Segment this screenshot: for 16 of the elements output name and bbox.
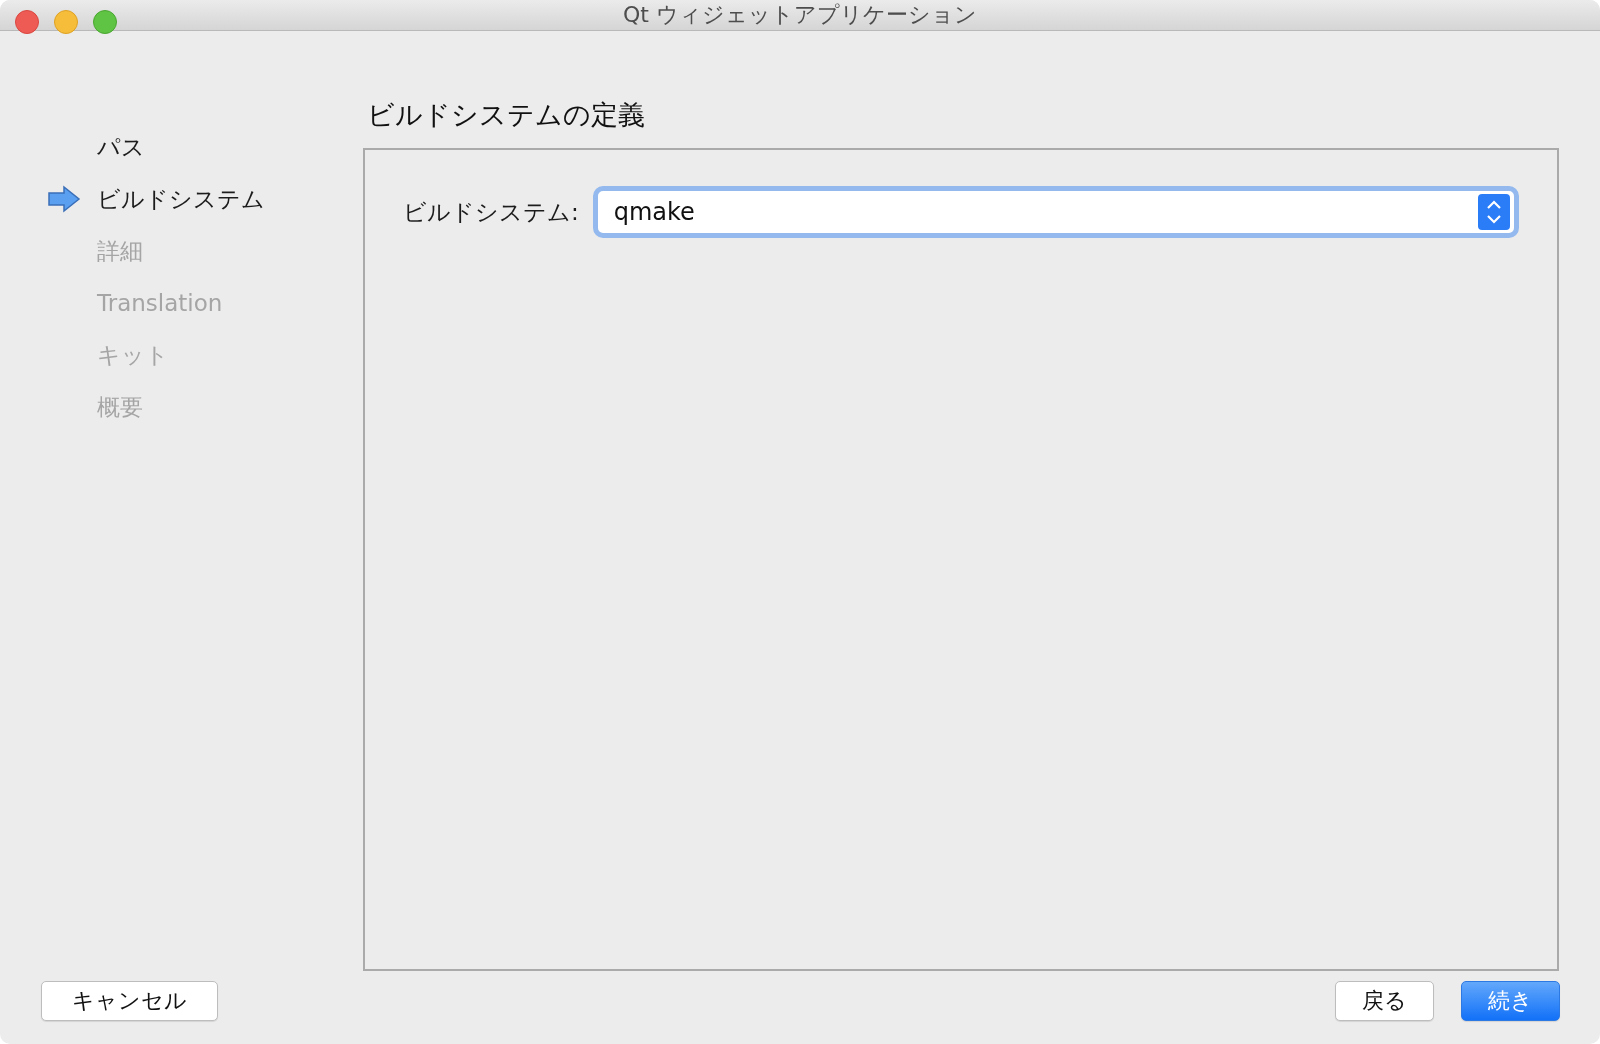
page-heading: ビルドシステムの定義 [366,98,646,132]
close-button[interactable] [15,10,39,34]
step-label: Translation [97,290,223,316]
minimize-button[interactable] [54,10,78,34]
step-label: パス [97,132,145,162]
step-label: 概要 [97,392,143,422]
cancel-button[interactable]: キャンセル [41,980,218,1021]
step-label: ビルドシステム [97,184,265,214]
window-title: Qt ウィジェットアプリケーション [623,1,977,29]
back-button[interactable]: 戻る [1335,980,1434,1021]
zoom-button[interactable] [93,10,117,34]
up-down-chevron-icon [1478,194,1510,230]
build-system-combo[interactable]: qmake [592,186,1519,238]
step-label: 詳細 [97,236,143,266]
field-label: ビルドシステム: [403,197,579,227]
step-label: キット [97,340,169,370]
